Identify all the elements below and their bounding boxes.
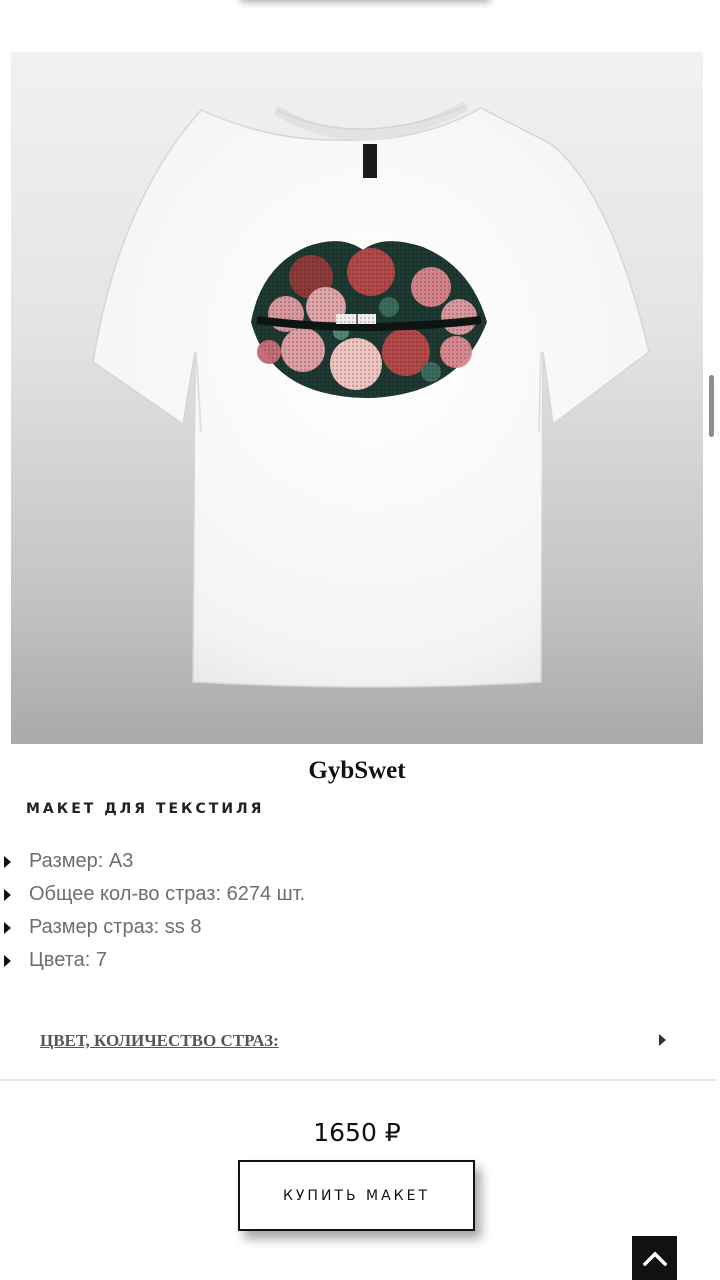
- caret-right-icon: [4, 889, 11, 901]
- product-image[interactable]: [11, 52, 703, 744]
- spec-rhinestone-size: Размер страз: ss 8: [29, 916, 202, 938]
- caret-right-icon: [4, 955, 11, 967]
- spec-size: Размер: А3: [29, 850, 134, 872]
- product-price: 1650 ₽: [313, 1118, 401, 1147]
- buy-button[interactable]: КУПИТЬ МАКЕТ: [238, 1160, 475, 1231]
- color-count-accordion[interactable]: ЦВЕТ, КОЛИЧЕСТВО СТРАЗ:: [0, 1021, 714, 1061]
- caret-right-icon[interactable]: [659, 1034, 666, 1046]
- product-subtitle: МАКЕТ ДЛЯ ТЕКСТИЛЯ: [26, 801, 265, 817]
- product-title: GybSwet: [308, 757, 406, 784]
- spec-colors: Цвета: 7: [29, 949, 107, 971]
- page-scrollbar[interactable]: [709, 375, 714, 437]
- caret-right-icon: [4, 922, 11, 934]
- divider: [0, 1079, 716, 1081]
- t-shirt-illustration: [92, 101, 650, 688]
- caret-right-icon: [4, 856, 11, 868]
- spec-rhinestone-count: Общее кол-во страз: 6274 шт.: [29, 883, 306, 905]
- scroll-to-top-button[interactable]: [632, 1236, 677, 1280]
- chevron-up-icon: [642, 1251, 667, 1266]
- accordion-label[interactable]: ЦВЕТ, КОЛИЧЕСТВО СТРАЗ:: [40, 1031, 279, 1051]
